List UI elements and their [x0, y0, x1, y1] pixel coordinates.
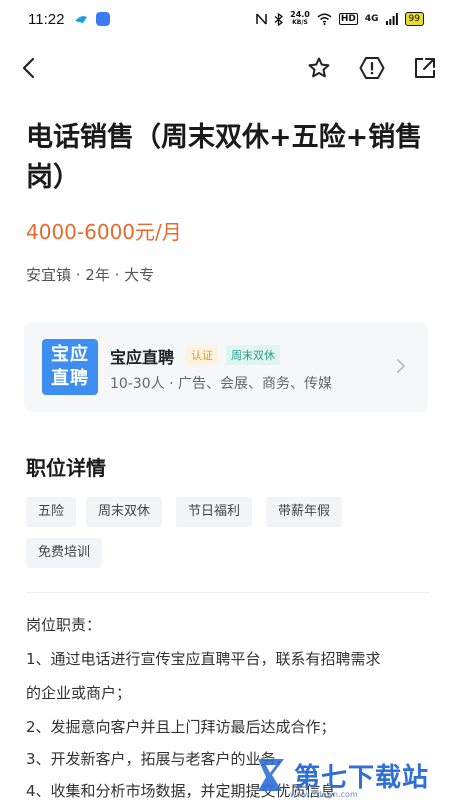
company-name: 宝应直聘: [110, 348, 175, 367]
nav-bar: [0, 46, 450, 90]
share-button[interactable]: [411, 54, 439, 82]
benefit-tag: 五险: [26, 497, 77, 527]
signal-label: 4G: [364, 14, 379, 24]
watermark-text: 第七下载站: [294, 762, 430, 793]
company-info: 10-30人 · 广告、会展、商务、传媒: [110, 376, 333, 392]
nfc-icon: [256, 13, 267, 25]
star-icon: [308, 57, 330, 78]
weekend-tag: 周末双休: [226, 345, 280, 365]
watermark-url: www.7down.com: [290, 790, 358, 799]
bluetooth-icon: [274, 12, 284, 26]
description-line: 岗位职责：: [26, 616, 102, 634]
hd-badge: HD: [338, 13, 358, 25]
description-line: 1、通过电话进行宣传宝应直聘平台，联系有招聘需求: [26, 650, 381, 668]
chevron-right-icon: [397, 359, 406, 373]
report-button[interactable]: [358, 54, 386, 82]
wifi-icon: [317, 13, 332, 25]
benefit-tag: 节日福利: [176, 497, 253, 527]
job-title: 电话销售（周末双休+五险+销售岗）: [26, 122, 423, 193]
job-meta: 安宜镇 · 2年 · 大专: [26, 266, 155, 284]
description-line: 2、发掘意向客户并且上门拜访最后达成合作；: [26, 718, 336, 736]
section-title: 职位详情: [26, 456, 106, 480]
warning-icon: [359, 57, 385, 79]
status-time: 11:22: [28, 10, 65, 28]
company-logo: 宝应 直聘: [42, 339, 98, 395]
battery-indicator: 99: [404, 12, 424, 26]
app-notification-icon: [96, 12, 111, 26]
description-line: 3、开发新客户，拓展与老客户的业务，: [26, 750, 291, 768]
benefit-tag: 周末双休: [86, 497, 163, 527]
network-speed: 24.0 KB/S: [290, 10, 310, 27]
watermark-logo-icon: [258, 759, 284, 791]
app-notification-icon: [75, 16, 88, 23]
description-line: 的企业或商户；: [26, 684, 132, 702]
back-chevron-icon: [22, 57, 35, 79]
signal-icon: [385, 13, 398, 25]
benefit-tag: 免费培训: [26, 538, 103, 568]
back-button[interactable]: [14, 54, 42, 82]
job-salary: 4000-6000元/月: [26, 220, 182, 244]
divider: [26, 592, 430, 593]
favorite-button[interactable]: [305, 54, 333, 82]
benefit-tag: 带薪年假: [266, 497, 343, 527]
status-bar: 11:22 24.0 KB/S HD 4G 99: [0, 0, 450, 38]
status-indicators: 24.0 KB/S HD 4G 99: [256, 11, 424, 27]
company-card[interactable]: 宝应 直聘 宝应直聘 认证 周末双休 10-30人 · 广告、会展、商务、传媒: [24, 322, 428, 412]
verified-tag: 认证: [186, 345, 218, 365]
share-icon: [415, 58, 435, 78]
